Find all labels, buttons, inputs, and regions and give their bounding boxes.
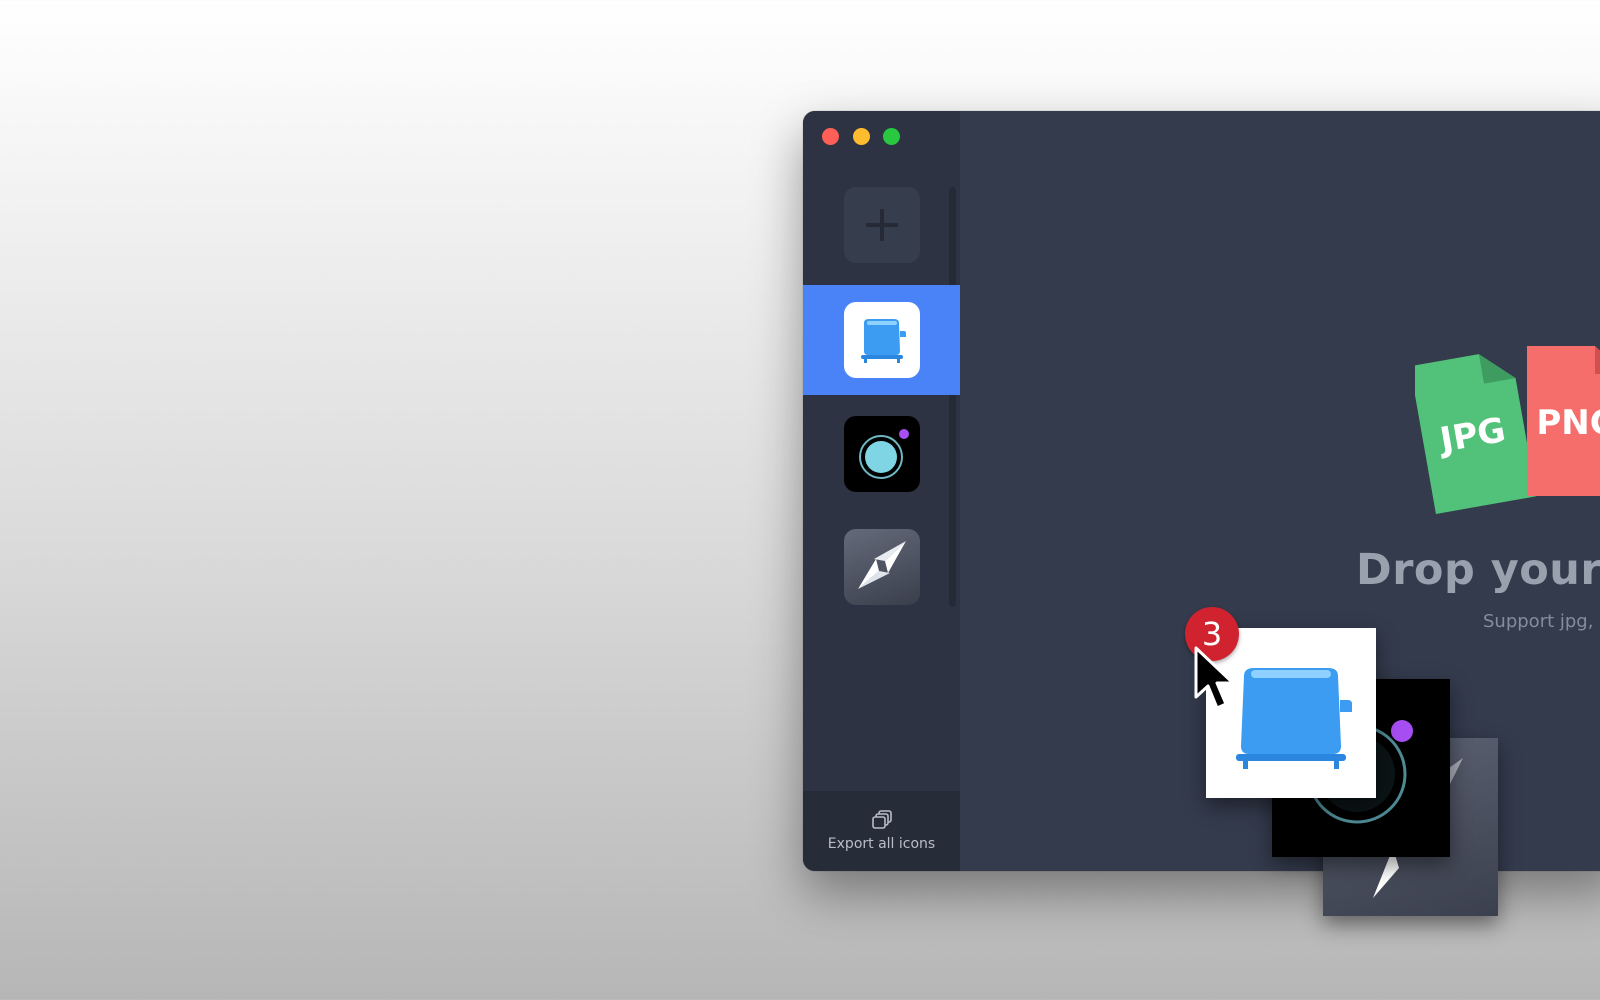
export-all-label: Export all icons [827, 836, 936, 852]
drop-zone[interactable]: JPG PNG Drop your files her [960, 111, 1600, 871]
drop-title: Drop your files her [1356, 545, 1600, 595]
copy-stack-icon [871, 810, 892, 829]
sidebar-item-navigation-app[interactable] [844, 529, 920, 605]
sidebar-item-camera-app[interactable] [844, 416, 920, 492]
png-label: PNG [1536, 403, 1600, 443]
file-types-illustration: JPG PNG [1415, 346, 1600, 514]
export-all-button[interactable]: Export all icons [803, 791, 960, 871]
sidebar-item-toaster-app[interactable] [844, 302, 920, 378]
sidebar-scrollbar[interactable] [949, 187, 956, 607]
toaster-icon [861, 319, 906, 363]
minimize-window-button[interactable] [853, 128, 870, 145]
plus-icon [866, 209, 898, 241]
camera-lens-icon [859, 429, 909, 479]
app-window: Export all icons JPG PNG [803, 111, 1600, 871]
close-window-button[interactable] [822, 128, 839, 145]
drop-subtitle: Support jpg, png. [1483, 611, 1600, 632]
navigation-arrow-icon [858, 541, 906, 589]
add-icon-button[interactable] [844, 187, 920, 263]
sidebar: Export all icons [803, 111, 960, 871]
zoom-window-button[interactable] [883, 128, 900, 145]
